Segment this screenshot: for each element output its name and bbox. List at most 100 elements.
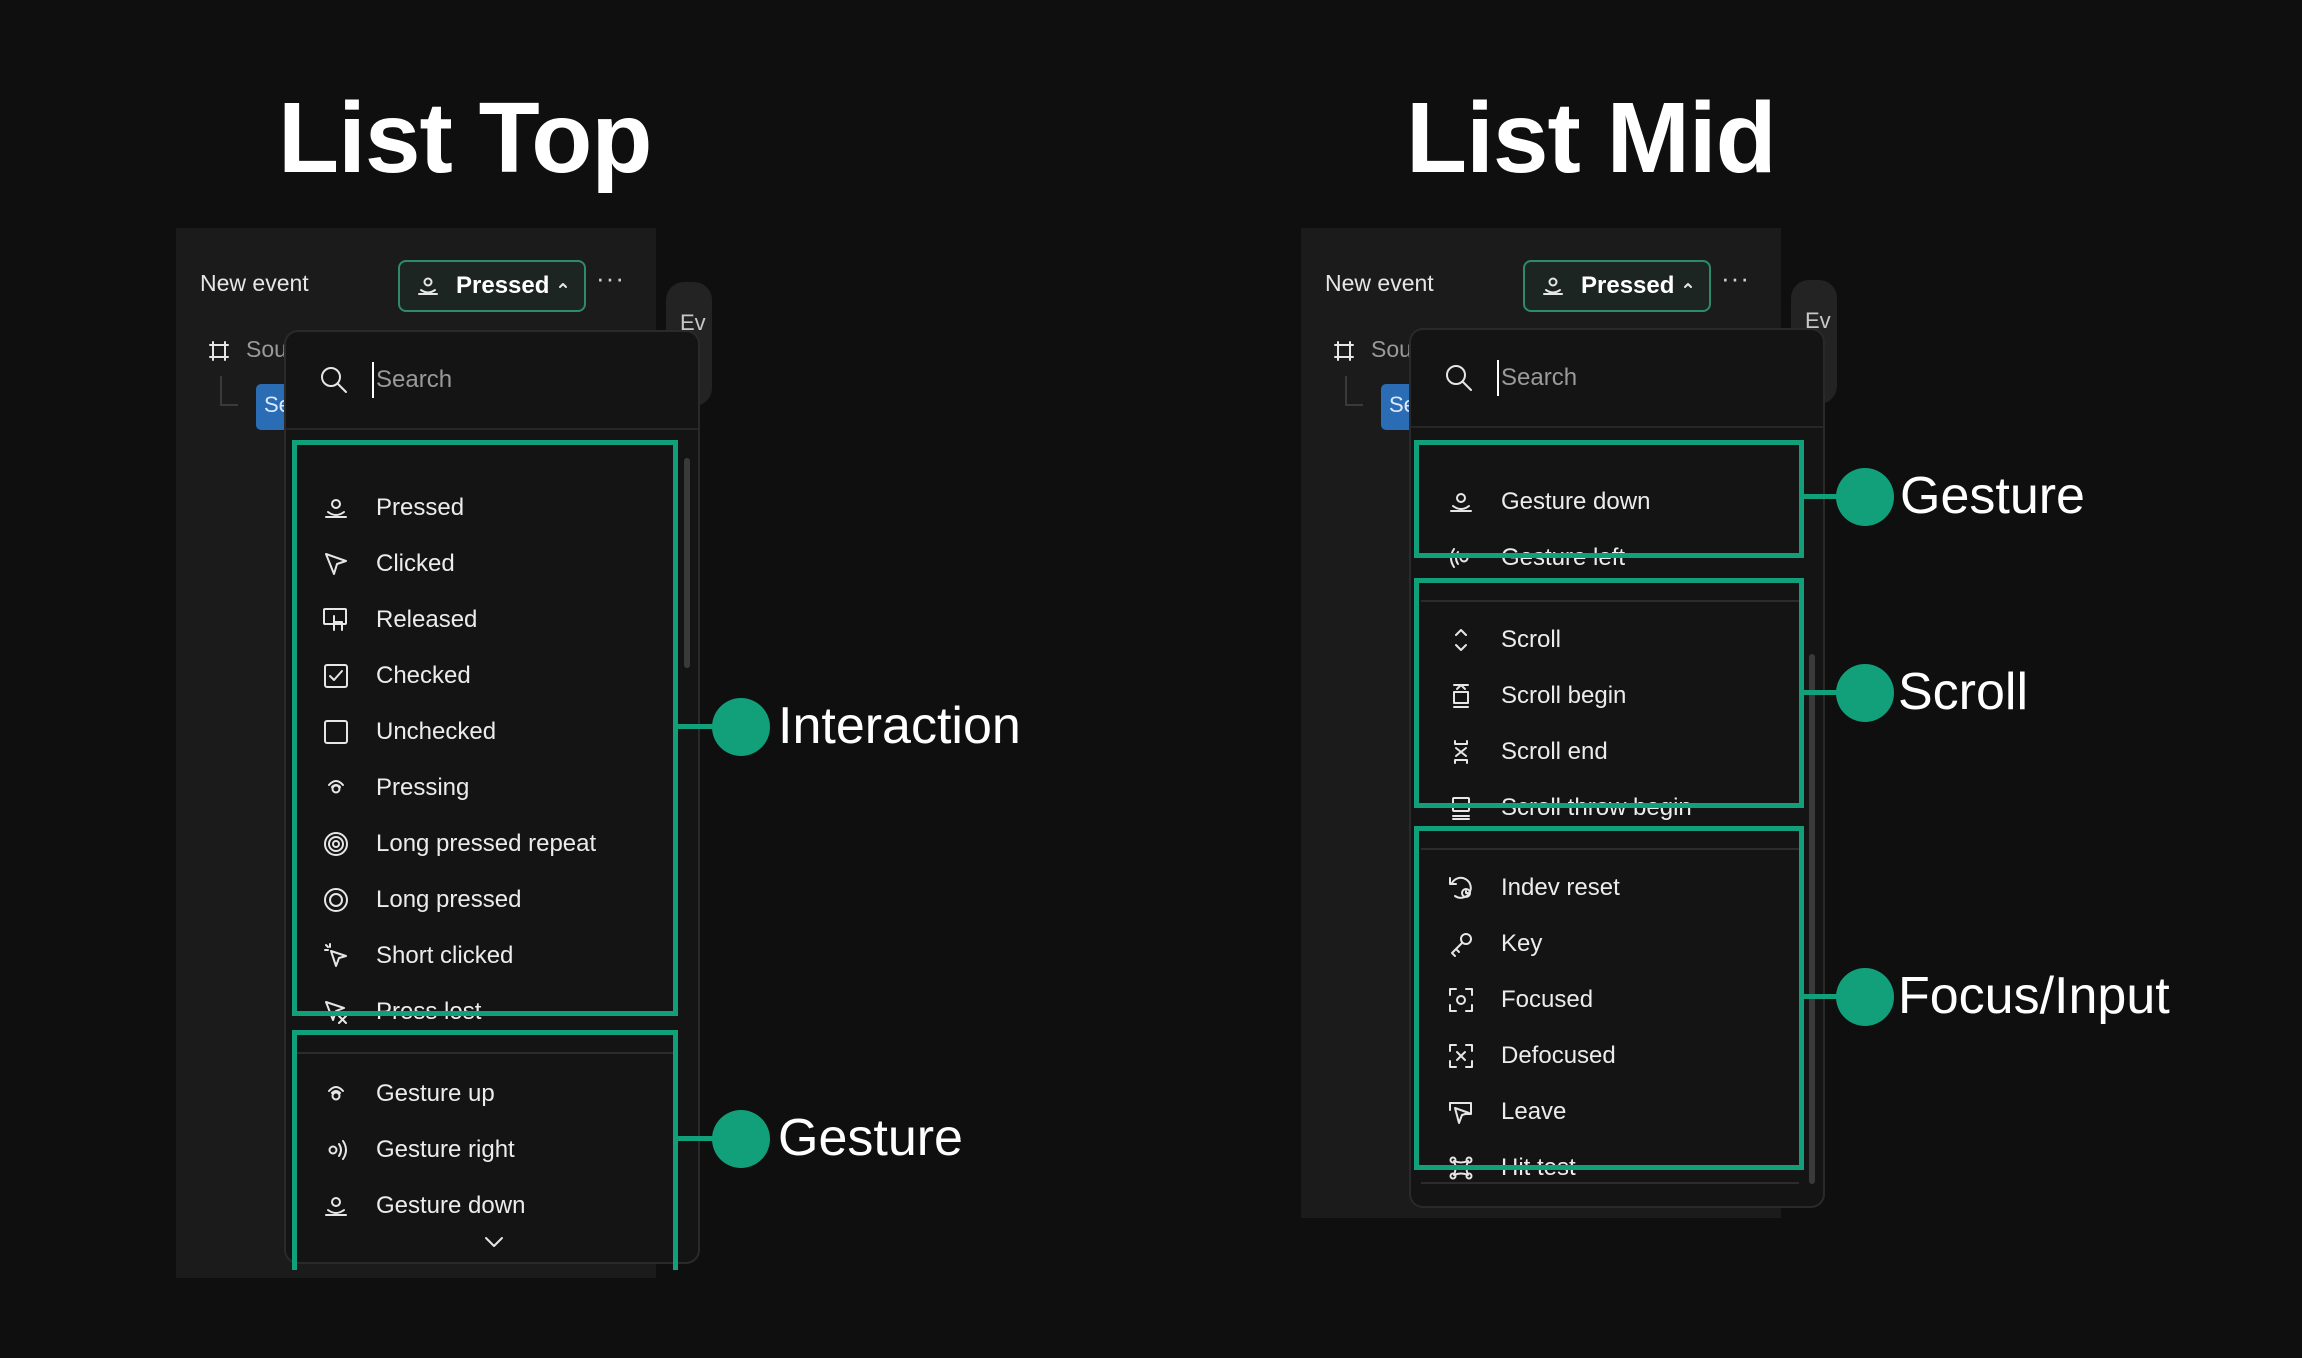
list-item[interactable]: Scroll begin (1447, 668, 1626, 724)
list-top-title: List Top (278, 82, 652, 194)
search-input[interactable] (1497, 360, 1797, 396)
search-row (286, 332, 698, 430)
category-label-interaction: Interaction (778, 697, 1021, 755)
gesture-right-icon (328, 1140, 347, 1160)
scrollbar-thumb[interactable] (684, 458, 690, 668)
search-icon (321, 367, 347, 393)
group-separator (1421, 848, 1799, 850)
pressing-icon (328, 780, 344, 794)
list-item[interactable]: Scroll (1447, 612, 1561, 668)
group-separator (1421, 600, 1799, 602)
list-item-label: Focused (1501, 986, 1594, 1013)
list-item-label: Clicked (376, 550, 455, 577)
list-item-label: Scroll end (1501, 738, 1608, 765)
list-item[interactable]: Gesture right (322, 1122, 515, 1178)
chevron-up-icon (559, 283, 567, 288)
more-options-button[interactable]: ··· (1721, 265, 1757, 298)
search-icon (1446, 365, 1472, 391)
search-input[interactable] (372, 362, 672, 398)
event-trigger-label: Pressed (456, 272, 550, 299)
gesture-up-icon (328, 1086, 344, 1101)
search-row (1411, 330, 1823, 428)
list-item[interactable]: Hit test (1447, 1140, 1576, 1196)
gesture-down-icon (325, 1197, 347, 1216)
more-options-button[interactable]: ··· (596, 265, 632, 298)
focus-input-marker (1836, 968, 1894, 1026)
tree-connector (1345, 376, 1363, 406)
list-item[interactable]: Leave (1447, 1084, 1566, 1140)
event-type-dropdown: Pressed Clicked Released Checked Uncheck… (284, 330, 700, 1264)
list-item-label: Unchecked (376, 718, 497, 745)
list-item-label: Gesture right (376, 1136, 515, 1163)
list-item[interactable]: Clicked (322, 536, 455, 592)
event-trigger-dropdown[interactable]: Pressed (398, 260, 586, 312)
list-item[interactable]: Focused (1447, 972, 1593, 1028)
press-lost-icon (325, 1001, 347, 1024)
frame-icon (209, 341, 229, 361)
category-label-focus-input: Focus/Input (1898, 967, 2170, 1025)
defocused-icon (1449, 1044, 1473, 1068)
list-item[interactable]: Released (322, 592, 477, 648)
scrollbar-thumb[interactable] (1809, 654, 1815, 1184)
chevron-down-icon[interactable] (482, 1234, 506, 1250)
list-item[interactable]: Gesture left (1447, 530, 1625, 586)
event-trigger-label: Pressed (1581, 272, 1675, 299)
tree-connector (220, 376, 238, 406)
list-item[interactable]: Scroll end (1447, 724, 1608, 780)
list-item-label: Long pressed repeat (376, 830, 597, 857)
scroll-icon (1455, 629, 1467, 651)
list-item[interactable]: Long pressed (322, 872, 521, 928)
list-item[interactable]: Pressed (322, 480, 464, 536)
list-item-label: Scroll (1501, 626, 1562, 653)
indev-reset-icon (1449, 876, 1472, 899)
list-item-label: Hit test (1501, 1154, 1576, 1181)
list-item-label: Gesture left (1501, 544, 1626, 571)
list-item[interactable]: Pressing (322, 760, 469, 816)
event-trigger-dropdown[interactable]: Pressed (1523, 260, 1711, 312)
short-clicked-icon (324, 943, 347, 967)
list-item[interactable]: Gesture up (322, 1066, 495, 1122)
list-item[interactable]: Defocused (1447, 1028, 1616, 1084)
tree-item-label[interactable]: Sou (246, 336, 287, 363)
list-item[interactable]: Press lost (322, 984, 481, 1040)
list-item[interactable]: Scroll throw begin (1447, 780, 1692, 836)
list-item[interactable]: Long pressed repeat (322, 816, 596, 872)
new-event-label: New event (1325, 270, 1434, 296)
cursor-icon (325, 553, 347, 575)
frame-icon (1334, 341, 1354, 361)
list-item-label: Gesture up (376, 1080, 495, 1107)
released-icon (323, 608, 347, 631)
group-separator (296, 1052, 674, 1054)
list-item-label: Key (1501, 930, 1543, 957)
list-item-label: Indev reset (1501, 874, 1620, 901)
pressed-icon (325, 499, 347, 518)
list-item-label: Pressing (376, 774, 470, 801)
hit-test-icon (1449, 1156, 1473, 1180)
list-item-label: Pressed (376, 494, 465, 521)
category-label-scroll: Scroll (1898, 663, 2029, 721)
chevron-up-icon (1684, 283, 1692, 288)
focused-icon (1449, 988, 1473, 1012)
list-item[interactable]: Key (1447, 916, 1542, 972)
new-event-label: New event (200, 270, 309, 296)
list-item-label: Defocused (1501, 1042, 1616, 1069)
scroll-marker (1836, 664, 1894, 722)
list-item[interactable]: Gesture down (322, 1178, 525, 1234)
interaction-marker (712, 698, 770, 756)
key-icon (1451, 933, 1472, 957)
category-label-gesture-right: Gesture (1900, 467, 2085, 525)
checkbox-checked-icon (324, 664, 348, 688)
list-item-label: Short clicked (376, 942, 514, 969)
list-item[interactable]: Unchecked (322, 704, 496, 760)
tree-item-label[interactable]: Sou (1371, 336, 1412, 363)
list-item[interactable]: Indev reset (1447, 860, 1620, 916)
list-item[interactable]: Gesture down (1447, 474, 1650, 530)
list-item[interactable]: Short clicked (322, 928, 513, 984)
list-item-label: Press lost (376, 998, 482, 1025)
list-item-label: Leave (1501, 1098, 1567, 1125)
list-item[interactable]: Checked (322, 648, 471, 704)
gesture-marker-left (712, 1110, 770, 1168)
group-separator (1421, 1182, 1799, 1184)
event-type-dropdown: Gesture down Gesture left Scroll Scroll … (1409, 328, 1825, 1208)
list-mid-title: List Mid (1406, 82, 1777, 194)
